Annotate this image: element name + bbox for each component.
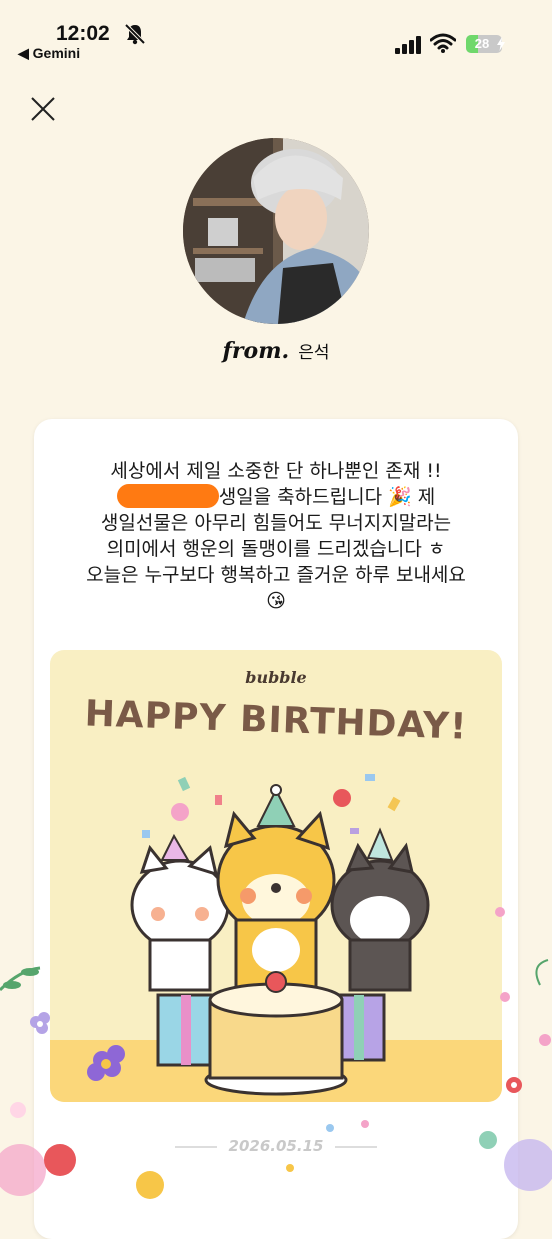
close-button[interactable]: [28, 94, 58, 124]
status-bar: 12:02 ◀ Gemini 28: [0, 0, 552, 70]
bell-slash-icon: [124, 23, 146, 45]
date-text: 2026.05.15: [228, 1137, 324, 1155]
status-time: 12:02: [56, 22, 110, 45]
battery-indicator: 28: [466, 35, 505, 53]
letter-message: 세상에서 제일 소중한 단 하나뿐인 존재 !! 생일을 축하드립니다 🎉 제 …: [42, 458, 510, 614]
close-icon: [31, 97, 55, 121]
message-line: 의미에서 행운의 돌맹이를 드리겠습니다 ㅎ: [106, 538, 446, 560]
message-line: 세상에서 제일 소중한 단 하나뿐인 존재 !!: [110, 460, 442, 482]
cellular-signal-icon: [395, 36, 421, 54]
wifi-icon: [430, 33, 456, 53]
avatar-photo: [183, 138, 369, 324]
battery-level: 28: [474, 36, 490, 51]
from-label: from.: [222, 338, 290, 364]
sent-date: 2026.05.15: [0, 1137, 552, 1155]
divider: [335, 1145, 378, 1148]
divider: [174, 1145, 217, 1148]
battery-charging-icon: [497, 37, 505, 51]
sender-avatar[interactable]: [183, 138, 369, 324]
sender-line: from. 은석: [0, 338, 552, 364]
message-line: 😘: [266, 590, 286, 612]
message-line: 오늘은 누구보다 행복하고 즐거운 하루 보내세요: [86, 564, 466, 586]
sender-name: 은석: [298, 343, 330, 363]
back-to-app-link[interactable]: ◀ Gemini: [18, 45, 80, 62]
message-line: 생일선물은 아무리 힘들어도 무너지지말라는: [100, 512, 452, 534]
message-line: 생일을 축하드립니다 🎉 제: [42, 484, 510, 510]
brand-logo: bubble: [245, 668, 307, 687]
redacted-name: [116, 484, 219, 508]
